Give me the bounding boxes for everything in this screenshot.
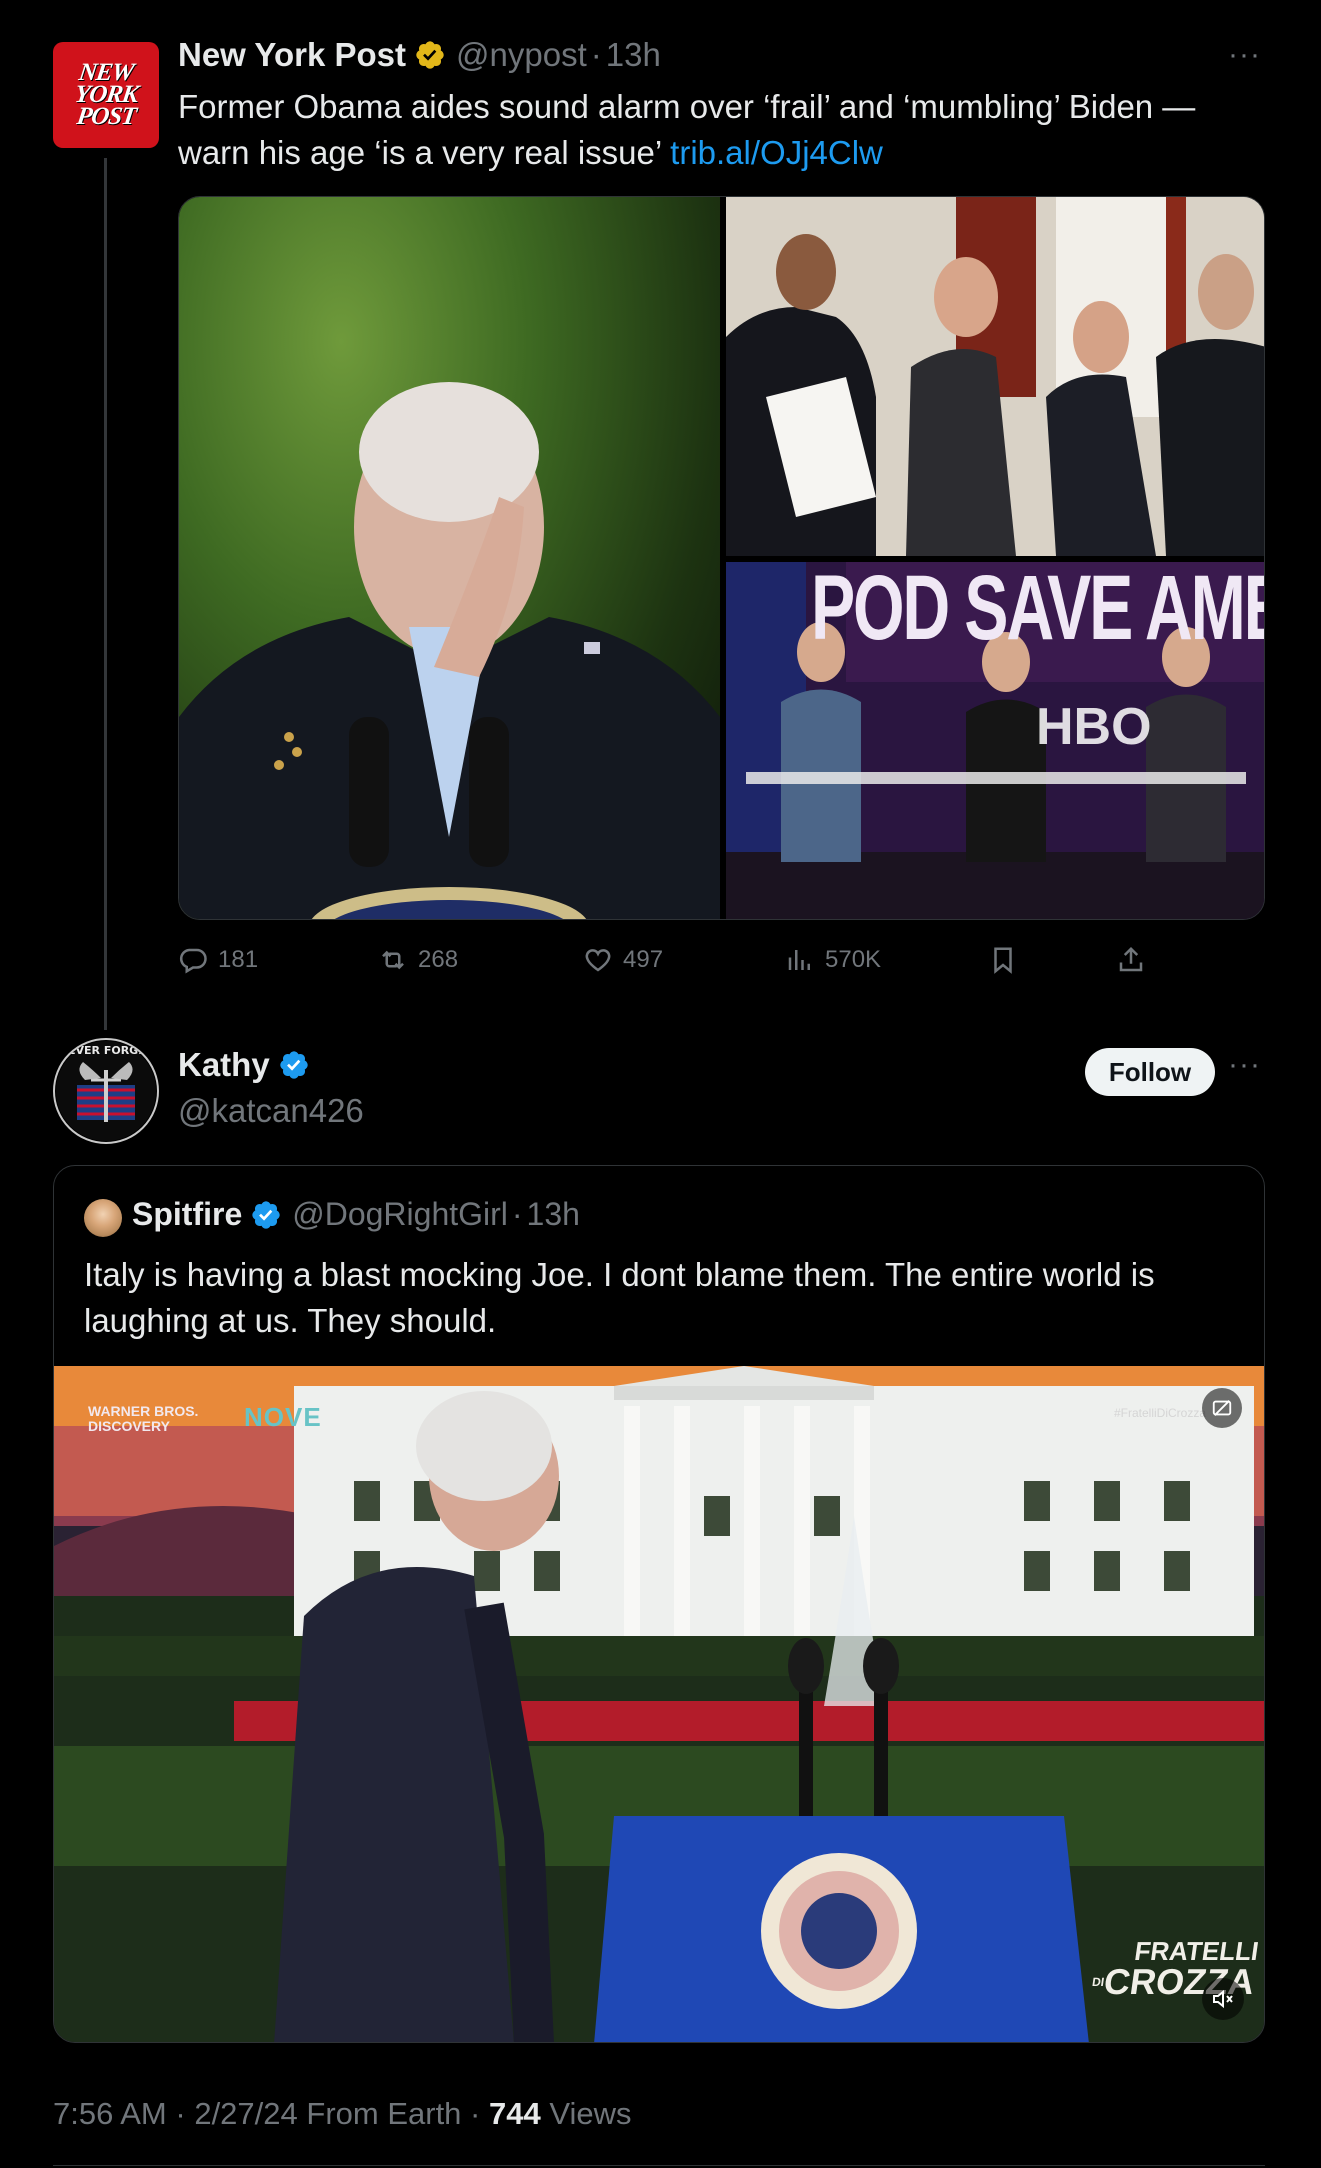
like-button[interactable]: 497 <box>583 945 663 975</box>
article-link[interactable]: trib.al/OJj4Clw <box>670 134 883 171</box>
dot-separator: · <box>175 2096 186 2131</box>
fratelli-hashtag-watermark: #FratelliDiCrozza <box>1114 1406 1207 1420</box>
like-count: 497 <box>623 946 664 973</box>
warner-bros-watermark: WARNER BROS. DISCOVERY <box>88 1403 199 1434</box>
views-label: Views <box>549 2096 632 2131</box>
tweet2-header: Kathy <box>178 1046 320 1084</box>
reply-icon <box>179 948 207 974</box>
tweet1-action-bar: 181 268 497 570K <box>178 935 1178 985</box>
quoted-text-line-1: Italy is having a blast mocking Joe. I d… <box>84 1256 1155 1293</box>
views-count: 744 <box>489 2096 541 2131</box>
video-settings-button[interactable] <box>1202 1388 1242 1428</box>
repost-icon <box>382 950 404 970</box>
mute-button[interactable] <box>1202 1978 1244 2020</box>
repost-count: 268 <box>418 946 459 973</box>
quoted-tweet-header: Spitfire @DogRightGirl · 13h <box>132 1196 580 1233</box>
blue-verified-badge-icon <box>252 1200 280 1229</box>
reply-count: 181 <box>218 946 259 973</box>
share-icon <box>1119 946 1143 972</box>
tweet1-header: New York Post @nypost · 13h <box>178 36 661 74</box>
divider <box>53 2165 1265 2166</box>
quoted-tweet-timestamp[interactable]: 13h <box>527 1196 580 1233</box>
post-source: From Earth <box>306 2096 462 2131</box>
dot-separator: · <box>470 2096 481 2131</box>
repost-button[interactable]: 268 <box>378 945 458 975</box>
quoted-tweet-card[interactable]: Spitfire @DogRightGirl · 13h Italy is ha… <box>53 1165 1265 2043</box>
heart-icon <box>585 949 611 972</box>
obama-aides-photo[interactable] <box>726 197 1264 556</box>
quoted-text-line-2: laughing at us. They should. <box>84 1302 497 1339</box>
quoted-tweet-video[interactable]: WARNER BROS. DISCOVERY NOVE #FratelliDiC… <box>54 1366 1264 2042</box>
bookmark-button[interactable] <box>988 945 1018 975</box>
kathy-avatar[interactable]: NEVER FORGET <box>53 1038 159 1144</box>
blue-verified-badge-icon[interactable] <box>278 1049 310 1081</box>
tweet-timestamp[interactable]: 13h <box>606 36 661 74</box>
dot-separator: · <box>511 1196 523 1232</box>
tweet-timestamp-footer: 7:56 AM · 2/27/24 From Earth · 744 Views <box>53 2096 632 2132</box>
views-chart-icon <box>788 950 810 970</box>
pod-save-america-photo[interactable]: POD SAVE AMEI HBO <box>726 562 1265 919</box>
avatar-never-forget-text: NEVER FORGET <box>58 1044 154 1057</box>
dot-separator: · <box>590 36 602 73</box>
captions-off-icon <box>1212 1400 1232 1416</box>
post-time[interactable]: 7:56 AM <box>53 2096 167 2131</box>
quoted-tweet-text: Italy is having a blast mocking Joe. I d… <box>84 1252 1244 1344</box>
more-options-icon[interactable]: ··· <box>1228 38 1261 72</box>
author-handle[interactable]: @nypost <box>456 36 587 74</box>
nove-channel-logo: NOVE <box>244 1402 322 1432</box>
follow-button[interactable]: Follow <box>1085 1048 1215 1096</box>
pod-save-america-sign: POD SAVE AMEI <box>811 562 1265 659</box>
tweet1-text: Former Obama aides sound alarm over ‘fra… <box>178 84 1268 176</box>
tweet-text-line-1: Former Obama aides sound alarm over ‘fra… <box>178 88 1196 125</box>
views-count: 570K <box>825 946 882 973</box>
biden-photo[interactable] <box>179 197 720 919</box>
more-options-icon[interactable]: ··· <box>1228 1048 1261 1082</box>
new-york-post-avatar[interactable]: NEW YORK POST <box>53 42 159 148</box>
tweet1-media-grid[interactable]: POD SAVE AMEI HBO <box>178 196 1265 920</box>
volume-muted-icon <box>1213 1989 1233 2009</box>
share-button[interactable] <box>1116 945 1146 975</box>
reply-button[interactable]: 181 <box>178 945 258 975</box>
tweet-text-line-2: warn his age ‘is a very real issue’ <box>178 134 671 171</box>
author-name[interactable]: New York Post <box>178 36 406 74</box>
views-button[interactable]: 570K <box>785 945 881 975</box>
post-date[interactable]: 2/27/24 <box>194 2096 297 2131</box>
quoted-author-handle[interactable]: @DogRightGirl <box>292 1196 508 1233</box>
author-handle[interactable]: @katcan426 <box>178 1092 364 1130</box>
hbo-logo: HBO <box>1036 698 1152 756</box>
gold-verified-badge-icon[interactable] <box>414 39 446 71</box>
author-name[interactable]: Kathy <box>178 1046 270 1084</box>
bookmark-icon <box>994 947 1012 974</box>
quoted-author-name[interactable]: Spitfire <box>132 1196 242 1233</box>
thread-connector-line <box>104 158 107 1030</box>
spitfire-avatar[interactable] <box>84 1199 122 1237</box>
avatar-logo-line-3: POST <box>74 103 138 130</box>
